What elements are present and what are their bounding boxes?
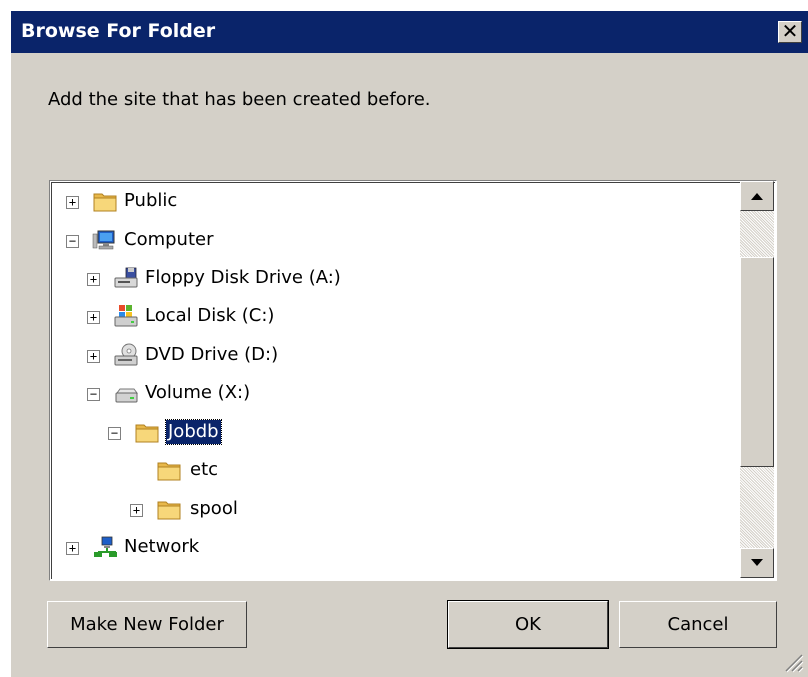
- folder-icon: [135, 424, 159, 443]
- arrow-up-icon: [751, 193, 763, 200]
- expand-icon[interactable]: +: [130, 504, 143, 517]
- resize-grip-icon[interactable]: [782, 651, 804, 673]
- collapse-icon[interactable]: −: [108, 427, 121, 440]
- scroll-up-button[interactable]: [740, 181, 774, 211]
- local-disk-icon: [114, 305, 138, 327]
- folder-icon: [157, 462, 181, 481]
- folder-icon: [157, 501, 181, 520]
- expand-icon[interactable]: +: [87, 273, 100, 286]
- tree-item-label: Floppy Disk Drive (A:): [145, 267, 341, 288]
- title-bar[interactable]: Browse For Folder ✕: [11, 11, 808, 53]
- tree-item-label: Public: [124, 190, 178, 211]
- tree-item-label: Network: [124, 536, 200, 557]
- instruction-text: Add the site that has been created befor…: [48, 89, 431, 110]
- expand-icon[interactable]: +: [87, 350, 100, 363]
- tree-item-public[interactable]: + Public: [50, 189, 730, 217]
- cancel-button[interactable]: Cancel: [619, 601, 777, 648]
- make-new-folder-button[interactable]: Make New Folder: [47, 601, 247, 648]
- volume-drive-icon: [115, 388, 138, 403]
- tree-item-label: spool: [190, 498, 238, 519]
- tree-item-label: Local Disk (C:): [145, 305, 275, 326]
- window-title: Browse For Folder: [21, 20, 216, 42]
- browse-for-folder-dialog: Browse For Folder ✕ Add the site that ha…: [10, 10, 808, 677]
- close-button[interactable]: ✕: [778, 21, 802, 43]
- expand-icon[interactable]: +: [87, 311, 100, 324]
- tree-item-spool[interactable]: + spool: [50, 497, 730, 525]
- tree-item-local-disk[interactable]: + Local Disk (C:): [50, 304, 730, 332]
- dvd-drive-icon: [114, 343, 138, 366]
- tree-item-floppy-drive[interactable]: + Floppy Disk Drive (A:): [50, 266, 730, 294]
- tree-item-network[interactable]: + Network: [50, 535, 730, 563]
- tree-item-jobdb[interactable]: − Jobdb: [50, 419, 730, 448]
- folder-icon: [93, 193, 117, 212]
- tree-item-dvd-drive[interactable]: + DVD Drive (D:): [50, 343, 730, 371]
- collapse-icon[interactable]: −: [87, 388, 100, 401]
- vertical-scrollbar[interactable]: [740, 181, 774, 578]
- tree-item-label: Volume (X:): [145, 382, 251, 403]
- floppy-drive-icon: [114, 267, 138, 288]
- ok-button[interactable]: OK: [447, 600, 609, 649]
- computer-icon: [92, 230, 115, 250]
- tree-item-label: Computer: [124, 229, 214, 250]
- tree-item-label: etc: [190, 459, 219, 480]
- tree-item-volume-x[interactable]: − Volume (X:): [50, 381, 730, 409]
- tree-item-label: DVD Drive (D:): [145, 344, 279, 365]
- scroll-down-button[interactable]: [740, 548, 774, 578]
- network-icon: [94, 536, 117, 557]
- arrow-down-icon: [751, 559, 763, 566]
- expand-icon[interactable]: +: [66, 196, 79, 209]
- tree-item-label: Jobdb: [165, 419, 222, 445]
- collapse-icon[interactable]: −: [66, 235, 79, 248]
- tree-item-etc[interactable]: etc: [50, 458, 730, 486]
- close-icon: ✕: [781, 19, 799, 43]
- scroll-thumb[interactable]: [740, 257, 774, 467]
- folder-tree[interactable]: + Public − Computer + Floppy Disk Drive …: [49, 180, 777, 581]
- tree-item-computer[interactable]: − Computer: [50, 228, 730, 256]
- expand-icon[interactable]: +: [66, 542, 79, 555]
